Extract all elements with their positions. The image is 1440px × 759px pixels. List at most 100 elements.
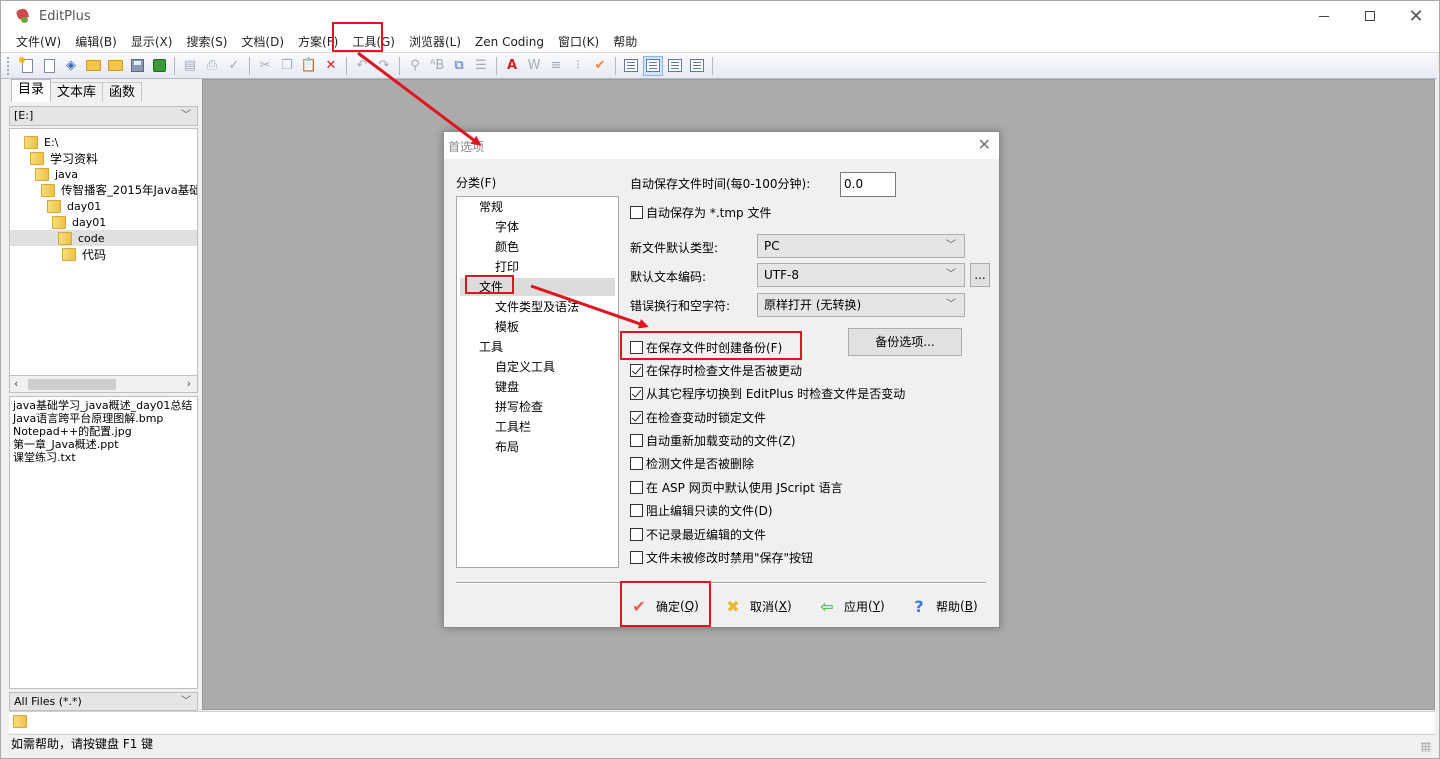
word-wrap-button[interactable]: W bbox=[524, 56, 544, 76]
undo-button[interactable]: ↶ bbox=[352, 56, 372, 76]
menu-file[interactable]: 文件(W) bbox=[9, 32, 68, 52]
menu-browser[interactable]: 浏览器(L) bbox=[402, 32, 468, 52]
backup-options-button[interactable]: 备份选项... bbox=[848, 328, 962, 356]
linebreak-select[interactable]: 原样打开 (无转换) ﹀ bbox=[757, 293, 965, 317]
html-doc-button[interactable]: ◈ bbox=[61, 56, 81, 76]
cliptext-window-button[interactable] bbox=[643, 55, 663, 76]
paste-button[interactable]: 📋 bbox=[299, 56, 319, 76]
category-item[interactable]: 字体 bbox=[495, 218, 519, 236]
tree-item-selected[interactable]: code bbox=[10, 230, 197, 246]
replace-button[interactable]: ᴬB bbox=[427, 56, 447, 76]
delete-button[interactable]: ✕ bbox=[321, 56, 341, 76]
no-recent-files-checkbox[interactable]: 不记录最近编辑的文件 bbox=[630, 526, 766, 542]
fullscreen-button[interactable] bbox=[687, 56, 707, 76]
menu-search[interactable]: 搜索(S) bbox=[179, 32, 234, 52]
scroll-right-icon[interactable]: › bbox=[187, 376, 191, 392]
directory-window-button[interactable] bbox=[621, 56, 641, 76]
asp-jscript-checkbox[interactable]: 在 ASP 网页中默认使用 JScript 语言 bbox=[630, 479, 843, 495]
category-item[interactable]: 常规 bbox=[479, 198, 503, 216]
find-button[interactable]: ⚲ bbox=[405, 56, 425, 76]
menu-document[interactable]: 文档(D) bbox=[234, 32, 291, 52]
tab-directory[interactable]: 目录 bbox=[11, 79, 52, 102]
apply-button[interactable]: ⇦ 应用(Y) bbox=[818, 590, 884, 622]
file-item[interactable]: Java语言跨平台原理图解.bmp bbox=[13, 412, 194, 425]
menu-edit[interactable]: 编辑(B) bbox=[68, 32, 124, 52]
encoding-select[interactable]: UTF-8 ﹀ bbox=[757, 263, 965, 287]
tab-functions[interactable]: 函数 bbox=[102, 82, 143, 102]
menu-window[interactable]: 窗口(K) bbox=[551, 32, 606, 52]
autosave-interval-input[interactable]: 0.0 bbox=[840, 172, 896, 197]
file-item[interactable]: Notepad++的配置.jpg bbox=[13, 425, 194, 438]
tree-item[interactable]: day01 bbox=[47, 198, 101, 214]
folder-icon[interactable] bbox=[13, 715, 27, 728]
help-button[interactable]: ? 帮助(B) bbox=[910, 590, 977, 622]
line-number-button[interactable]: ☰ bbox=[471, 56, 491, 76]
lock-on-check-checkbox[interactable]: 在检查变动时锁定文件 bbox=[630, 409, 766, 425]
font-button[interactable]: A bbox=[502, 56, 522, 76]
maximize-button[interactable] bbox=[1347, 1, 1393, 31]
save-button[interactable] bbox=[127, 56, 147, 76]
category-item[interactable]: 颜色 bbox=[495, 238, 519, 256]
tree-item[interactable]: 学习资料 bbox=[30, 150, 98, 166]
new-file-type-select[interactable]: PC ﹀ bbox=[757, 234, 965, 258]
tree-item[interactable]: day01 bbox=[52, 214, 106, 230]
indent-button[interactable]: ≡ bbox=[546, 56, 566, 76]
toolbar-grip[interactable] bbox=[7, 56, 10, 75]
tree-item[interactable]: java bbox=[35, 166, 78, 182]
file-filter-select[interactable]: All Files (*.*) ﹀ bbox=[9, 692, 198, 711]
autosave-tmp-checkbox[interactable]: 自动保存为 *.tmp 文件 bbox=[630, 204, 771, 220]
output-window-button[interactable] bbox=[665, 56, 685, 76]
redo-button[interactable]: ↷ bbox=[374, 56, 394, 76]
tab-cliptext[interactable]: 文本库 bbox=[50, 82, 104, 102]
column-select-button[interactable]: ⁝ bbox=[568, 56, 588, 76]
create-backup-checkbox[interactable]: 在保存文件时创建备份(F) bbox=[630, 339, 782, 355]
auto-reload-checkbox[interactable]: 自动重新加载变动的文件(Z) bbox=[630, 432, 796, 448]
disable-save-unmodified-checkbox[interactable]: 文件未被修改时禁用"保存"按钮 bbox=[630, 549, 813, 565]
print-button[interactable]: ⎙ bbox=[202, 56, 222, 76]
category-item[interactable]: 拼写检查 bbox=[495, 398, 543, 416]
category-item[interactable]: 布局 bbox=[495, 438, 519, 456]
category-item[interactable]: 模板 bbox=[495, 318, 519, 336]
spellcheck-button[interactable]: ✓ bbox=[224, 56, 244, 76]
category-item[interactable]: 打印 bbox=[495, 258, 519, 276]
tree-item[interactable]: 传智播客_2015年Java基础 bbox=[41, 182, 197, 198]
copy-button[interactable]: ❐ bbox=[277, 56, 297, 76]
drive-select[interactable]: [E:] ﹀ bbox=[9, 106, 198, 126]
prevent-readonly-edit-checkbox[interactable]: 阻止编辑只读的文件(D) bbox=[630, 502, 773, 518]
encoding-more-button[interactable]: ... bbox=[970, 263, 990, 287]
menu-tools[interactable]: 工具(G) bbox=[345, 32, 402, 52]
menu-project[interactable]: 方案(F) bbox=[291, 32, 345, 52]
resize-grip[interactable] bbox=[1421, 742, 1431, 752]
save-all-button[interactable] bbox=[149, 56, 169, 76]
find-in-files-button[interactable]: ⧉ bbox=[449, 56, 469, 76]
file-item[interactable]: java基础学习_java概述_day01总结 bbox=[13, 399, 194, 412]
dialog-close-icon[interactable]: ✕ bbox=[978, 135, 991, 154]
ok-button[interactable]: ✔ 确定(Q) bbox=[630, 590, 699, 622]
close-button[interactable]: ✕ bbox=[1393, 1, 1439, 31]
detect-deleted-checkbox[interactable]: 检测文件是否被删除 bbox=[630, 455, 754, 471]
scroll-left-icon[interactable]: ‹ bbox=[14, 376, 18, 392]
open-button[interactable] bbox=[83, 56, 103, 76]
tree-item[interactable]: 代码 bbox=[62, 246, 106, 262]
category-item[interactable]: 工具 bbox=[479, 338, 503, 356]
file-item[interactable]: 课堂练习.txt bbox=[13, 451, 194, 464]
category-item[interactable]: 键盘 bbox=[495, 378, 519, 396]
minimize-button[interactable] bbox=[1301, 1, 1347, 31]
menu-view[interactable]: 显示(X) bbox=[124, 32, 180, 52]
category-item[interactable]: 自定义工具 bbox=[495, 358, 555, 376]
menu-zen-coding[interactable]: Zen Coding bbox=[468, 32, 551, 52]
check-modified-on-save-checkbox[interactable]: 在保存时检查文件是否被更动 bbox=[630, 362, 802, 378]
blank-doc-button[interactable] bbox=[39, 56, 59, 76]
cut-button[interactable]: ✂ bbox=[255, 56, 275, 76]
menu-help[interactable]: 帮助 bbox=[606, 32, 644, 52]
category-item-selected[interactable]: 文件 bbox=[460, 278, 615, 296]
tree-horizontal-scrollbar[interactable]: ‹ › bbox=[9, 376, 198, 393]
print-preview-button[interactable]: ▤ bbox=[180, 56, 200, 76]
scrollbar-thumb[interactable] bbox=[28, 379, 116, 390]
open-multiple-button[interactable] bbox=[105, 56, 125, 76]
check-on-switch-checkbox[interactable]: 从其它程序切换到 EditPlus 时检查文件是否变动 bbox=[630, 385, 905, 401]
cancel-button[interactable]: ✖ 取消(X) bbox=[724, 590, 791, 622]
check-button[interactable]: ✔ bbox=[590, 56, 610, 76]
file-item[interactable]: 第一章_Java概述.ppt bbox=[13, 438, 194, 451]
category-item[interactable]: 工具栏 bbox=[495, 418, 531, 436]
